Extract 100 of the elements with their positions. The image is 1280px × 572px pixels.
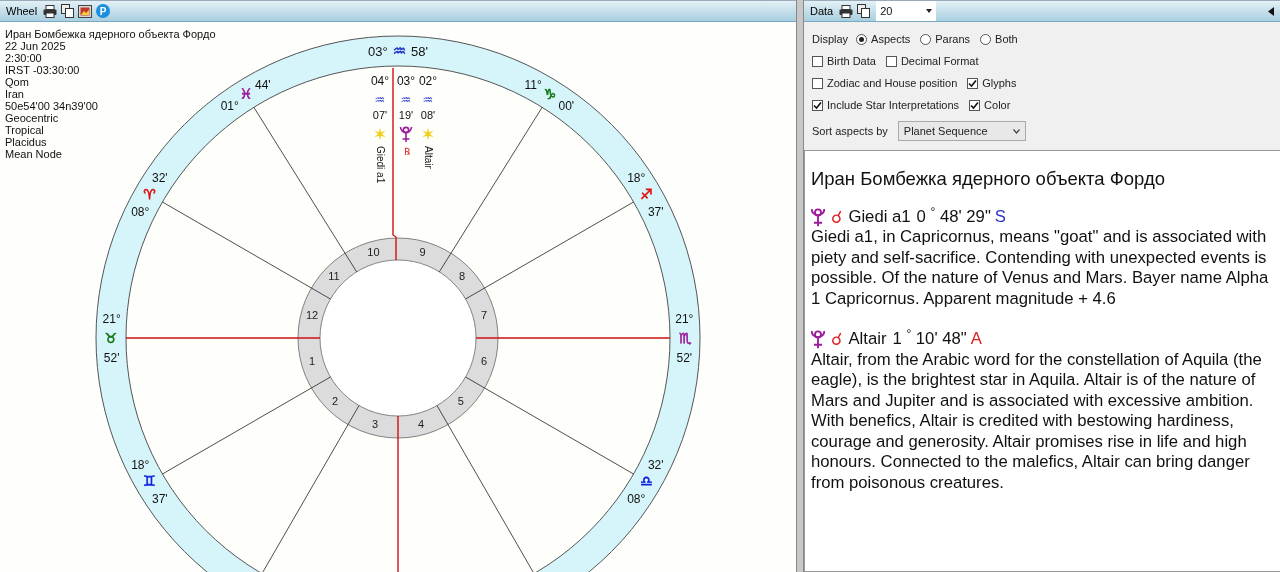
zodiac-sign-glyph: ♓ — [239, 86, 253, 103]
planet-minute-label: 08' — [420, 109, 436, 121]
cusp-degree-label: 08° — [131, 205, 150, 220]
planet-minute-label: 07' — [372, 109, 388, 121]
checkbox[interactable] — [812, 77, 823, 89]
star-icon — [374, 127, 386, 141]
caret-icon — [926, 9, 933, 13]
checkbox[interactable] — [967, 77, 979, 89]
sort-label: Sort aspects by — [812, 125, 888, 137]
radio-button[interactable] — [920, 33, 932, 45]
panel-title: Data — [810, 5, 834, 17]
planet-degree-label: 04° — [370, 74, 390, 88]
aspect-glyph: ☌ — [831, 329, 843, 350]
house-number: 5 — [457, 394, 464, 407]
collapse-icon[interactable] — [1268, 6, 1274, 16]
pluto-glyph-icon — [399, 126, 413, 143]
pluto-glyph-icon — [811, 206, 825, 227]
cusp-minute-label: 44' — [255, 78, 271, 93]
house-number: 1 — [308, 355, 316, 368]
count-select[interactable]: 20 — [876, 1, 937, 21]
checkbox-label[interactable]: Birth Data — [827, 55, 876, 67]
zodiac-sign-glyph: ♒ — [400, 93, 412, 107]
cusp-degree-label: 18° — [627, 171, 646, 186]
radio-label[interactable]: Aspects — [871, 33, 911, 45]
checkbox[interactable] — [885, 55, 897, 67]
sort-select[interactable]: Planet Sequence — [897, 121, 1026, 141]
cusp-degree-label: 21° — [102, 312, 121, 326]
cusp-minute-label: 32' — [151, 171, 168, 186]
cusp-degree-label: 21° — [675, 312, 694, 326]
print-icon[interactable] — [839, 4, 854, 18]
star-interpretation: Altair, from the Arabic word for the constellation of Aquila (the eagle), is the brightest star in Aquila. Altair is of the nature of Mars and Jupiter and is associated with excessive ambition. With benefics, Altair is credited with bestowing hardiness, courage and generosity. Altair promises rise in life and high honours. Connected to the malefics, Altair can bring danger from poisonous creatures. — [811, 349, 1263, 493]
star-icon — [422, 127, 434, 141]
cusp-degree-label: 08° — [627, 491, 646, 506]
checkbox[interactable] — [812, 55, 823, 67]
chart-info-line: Tropical — [5, 124, 45, 136]
radio-label[interactable]: Parans — [935, 33, 971, 45]
chart-info-line: 22 Jun 2025 — [5, 40, 67, 52]
cusp-minute-label: 00' — [558, 99, 575, 113]
checkbox-label[interactable]: Include Star Interpretations — [827, 99, 960, 111]
zodiac-sign-glyph: ♈ — [143, 186, 156, 202]
orb-value: 1 $^{°}$ 10' 48" — [892, 329, 967, 350]
zodiac-sign-glyph: ♒ — [374, 93, 386, 107]
cusp-minute-label: 37' — [151, 491, 168, 506]
cusp-minute-label: 37' — [647, 205, 664, 220]
star-name-label: Altair — [423, 146, 434, 169]
checkbox-label[interactable]: Color — [984, 99, 1011, 111]
chart-info-line: Mean Node — [5, 148, 63, 160]
house-number: 3 — [371, 417, 379, 430]
house-number: 9 — [419, 246, 426, 259]
checkbox-label[interactable]: Glyphs — [982, 77, 1017, 89]
copy-icon[interactable] — [857, 4, 871, 18]
display-label: Display — [812, 33, 849, 45]
chart-info-line: Иран Бомбежка ядерного объекта Фордо — [5, 28, 216, 40]
radio-button[interactable] — [980, 33, 992, 45]
orb-value: 0 $^{°}$ 48' 29" — [916, 206, 991, 227]
planet-degree-label: 03° — [396, 74, 416, 88]
chart-info-line: IRST -03:30:00 — [5, 64, 81, 76]
chart-info-line: Geocentric — [5, 112, 60, 124]
retrograde-mark: ℞ — [404, 146, 410, 157]
radio-label[interactable]: Both — [995, 33, 1018, 45]
checkbox[interactable] — [812, 99, 823, 111]
zodiac-sign-glyph: ♉ — [104, 329, 118, 346]
zodiac-sign-glyph: ♑ — [543, 86, 557, 103]
report-title: Иран Бомбежка ядерного объекта Фордо — [811, 169, 1167, 190]
motion-mark: S — [994, 206, 1006, 227]
zodiac-sign-glyph: ♐ — [640, 186, 653, 202]
star-name: Altair — [848, 329, 887, 350]
motion-mark: A — [970, 329, 982, 350]
zodiac-sign-glyph: ♒ — [422, 93, 434, 107]
zodiac-sign-glyph: ♏ — [678, 329, 692, 346]
planet-degree-label: 02° — [418, 74, 438, 88]
house-number: 12 — [305, 308, 319, 321]
cusp-minute-label: 52' — [103, 351, 120, 365]
chart-info-line: Placidus — [5, 136, 48, 148]
cusp-degree-label: 11° — [524, 78, 542, 93]
radio-button[interactable] — [856, 33, 868, 45]
checkbox[interactable] — [969, 99, 981, 111]
caret-icon — [1012, 128, 1020, 134]
zodiac-sign-glyph: ♊ — [143, 473, 156, 489]
picture-icon[interactable] — [78, 4, 93, 18]
checkbox-label[interactable]: Zodiac and House position — [827, 77, 958, 89]
house-number: 4 — [417, 417, 425, 430]
chart-info-line: Iran — [5, 88, 25, 100]
cusp-degree-label: 18° — [131, 457, 150, 472]
star-name-label: Giedi a1 — [375, 146, 386, 184]
print-icon[interactable] — [43, 4, 58, 18]
panel-title: Wheel — [6, 5, 38, 17]
pluto-glyph-icon — [811, 329, 825, 350]
house-number: 6 — [480, 355, 488, 368]
house-number: 10 — [367, 246, 380, 259]
star-name: Giedi a1 — [848, 206, 911, 227]
cusp-label: 03° ♒ 58' — [367, 42, 429, 60]
chart-info-line: 2:30:00 — [5, 52, 43, 64]
checkbox-label[interactable]: Decimal Format — [900, 55, 979, 67]
house-number: 7 — [480, 308, 488, 321]
house-number: 8 — [458, 270, 466, 283]
copy-icon[interactable] — [61, 4, 75, 18]
aspect-glyph: ☌ — [831, 206, 843, 227]
planet-minute-label: 19' — [398, 109, 414, 121]
chart-info-line: Qom — [5, 76, 30, 88]
